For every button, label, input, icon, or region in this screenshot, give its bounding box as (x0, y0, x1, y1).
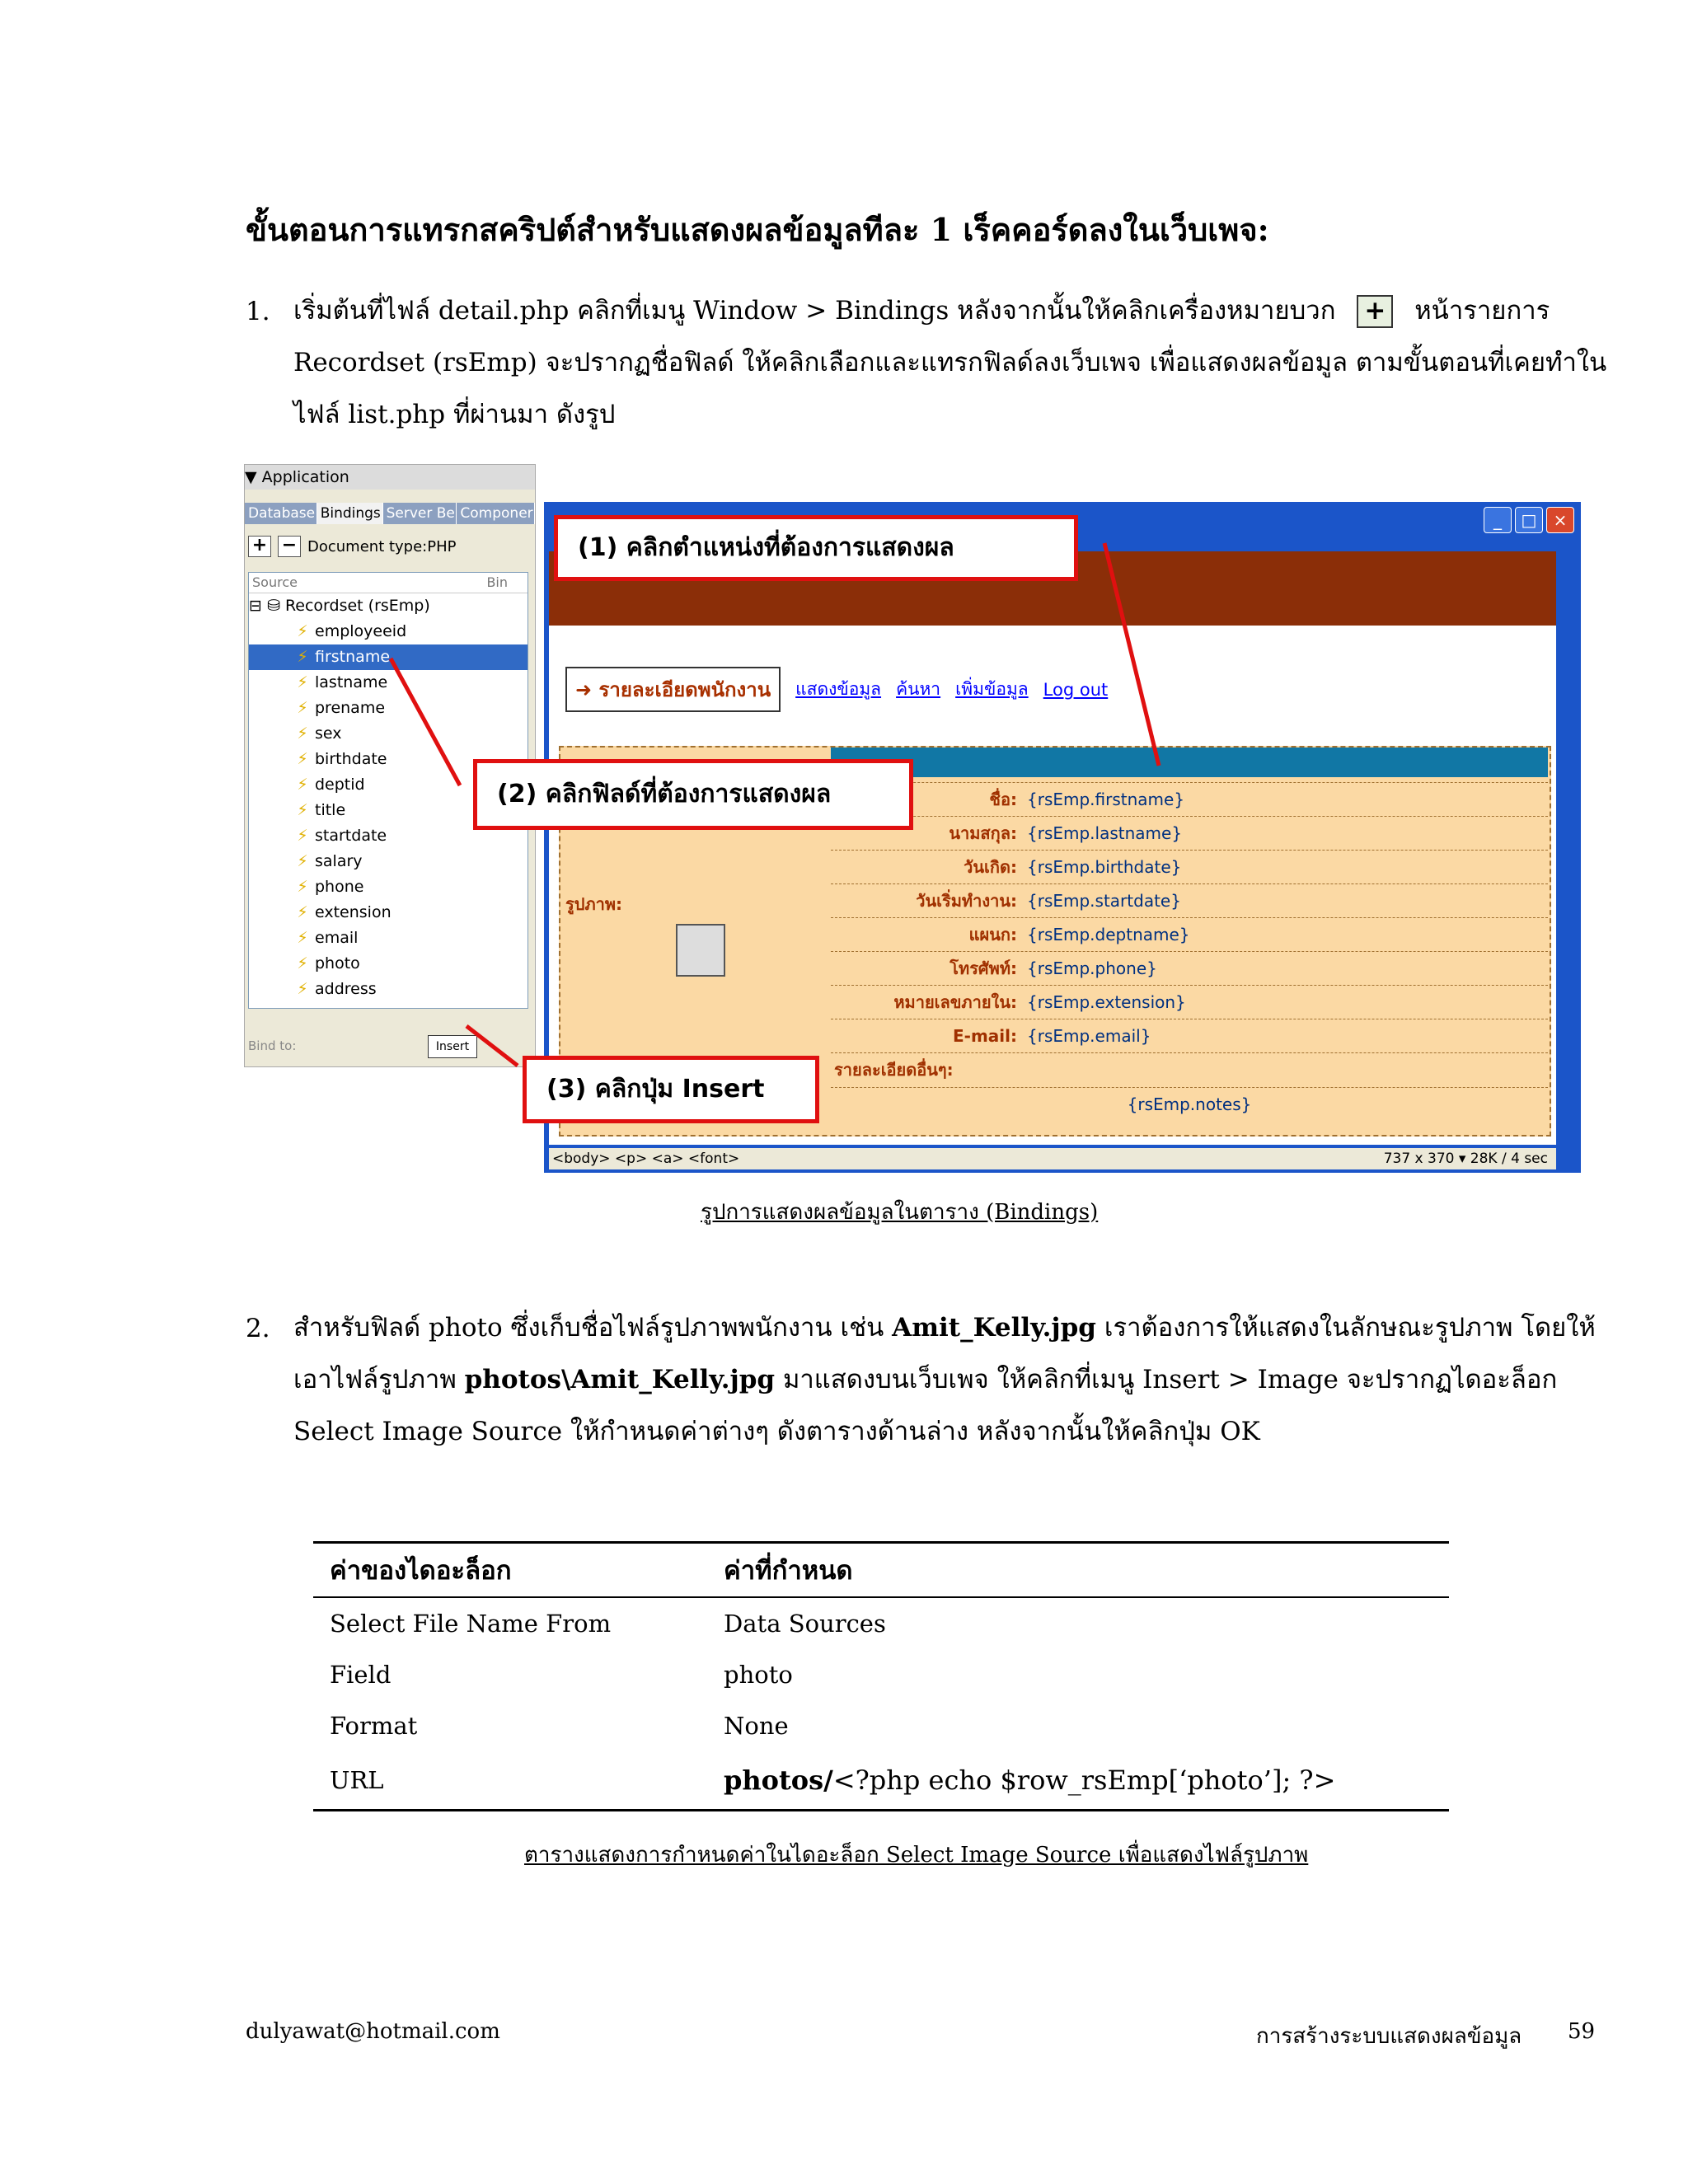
step-1-line-3: ไฟล์ list.php ที่ผ่านมา ดังรูป (293, 400, 616, 429)
figure-caption: รูปการแสดงผลข้อมูลในตาราง (Bindings) (701, 1200, 1099, 1225)
bindings-figure: ▼ Application Database Bindings Server B… (244, 464, 1581, 1173)
callout-1: (1) คลิกตำแหน่งที่ต้องการแสดงผล (554, 515, 1078, 581)
callout-3: (3) คลิกปุ่ม Insert (523, 1056, 819, 1123)
header-assigned-value: ค่าที่กำหนด (724, 1556, 853, 1586)
setting-name: Select File Name From (330, 1610, 612, 1638)
callout-2: (2) คลิกฟิลด์ที่ต้องการแสดงผล (473, 759, 913, 830)
step-1-text: เริ่มต้นที่ไฟล์ detail.php คลิกที่เมนู W… (293, 285, 1606, 441)
table-row: Format None (313, 1700, 1449, 1751)
step-1-line-2: Recordset (rsEmp) จะปรากฏชื่อฟิลด์ ให้คล… (293, 348, 1607, 377)
callout-1-line (1102, 542, 1161, 766)
table-row: Field photo (313, 1649, 1449, 1700)
setting-value: None (724, 1712, 789, 1740)
settings-rows: Select File Name From Data Sources Field ph… (313, 1598, 1449, 1751)
step-1-number: 1. (246, 297, 270, 326)
setting-value: Data Sources (724, 1610, 886, 1638)
setting-name: Format (330, 1712, 418, 1740)
footer-title: การสร้างระบบแสดงผลข้อมูล (1256, 2024, 1522, 2049)
step-2-number: 2. (246, 1314, 270, 1343)
settings-table: ค่าของไดอะล็อก ค่าที่กำหนด Select File N… (313, 1541, 1449, 1811)
table-row: Select File Name From Data Sources (313, 1598, 1449, 1649)
table-header-row: ค่าของไดอะล็อก ค่าที่กำหนด (313, 1544, 1449, 1596)
page-number: 59 (1568, 2019, 1596, 2044)
step-1-line-1: เริ่มต้นที่ไฟล์ detail.php คลิกที่เมนู W… (293, 296, 1336, 326)
table-bottom-rule (313, 1809, 1449, 1811)
url-label: URL (330, 1766, 384, 1794)
setting-value: photo (724, 1661, 793, 1689)
setting-name: Field (330, 1661, 392, 1689)
page-heading: ขั้นตอนการแทรกสคริปต์สำหรับแสดงผลข้อมูลท… (246, 211, 1269, 248)
plus-icon: + (1357, 295, 1394, 328)
header-dialog-value: ค่าของไดอะล็อก (330, 1556, 512, 1586)
table-row: URL photos/<?php echo $row_rsEmp[‘photo’… (313, 1751, 1449, 1809)
callout-2-line (388, 657, 462, 787)
step-1-line-1-tail: หน้ารายการ (1414, 296, 1550, 326)
callout-3-line (465, 1024, 519, 1067)
footer-email: dulyawat@hotmail.com (246, 2019, 500, 2044)
step-2-text: สำหรับฟิลด์ photo ซึ่งเก็บชื่อไฟล์รูปภาพ… (293, 1313, 1596, 1446)
table-caption: ตารางแสดงการกำหนดค่าในไดอะล็อก Select Im… (524, 1843, 1309, 1868)
url-value: photos/<?php echo $row_rsEmp[‘photo’]; ?… (724, 1765, 1336, 1796)
